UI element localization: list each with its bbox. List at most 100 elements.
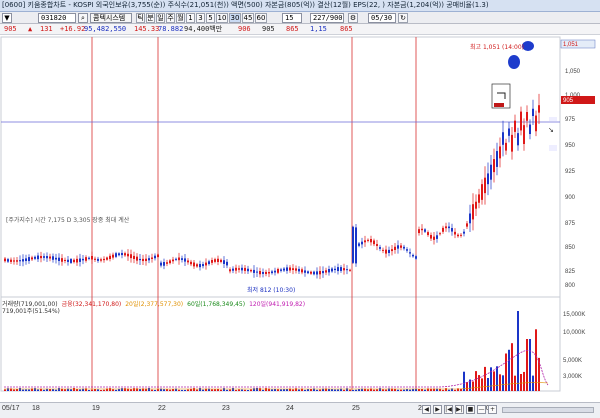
volume-bar-87 [265, 388, 267, 391]
volume-bar-43 [133, 388, 135, 391]
candle-body-25 [79, 258, 81, 262]
volume-bar-114 [346, 388, 348, 391]
period-button-8[interactable]: 10 [216, 13, 228, 23]
scroll-nav-button-6[interactable]: + [488, 405, 497, 414]
candle-body-68 [208, 261, 210, 265]
scroll-nav-button-0[interactable]: ◀ [422, 405, 431, 414]
volume-bar-159 [481, 378, 483, 391]
candle-body-84 [256, 271, 258, 273]
scroll-nav-button-3[interactable]: ▶| [455, 405, 464, 414]
period-button-5[interactable]: 1 [186, 13, 195, 23]
info-cell-8: 906 [238, 25, 251, 33]
candle-body-174 [526, 112, 528, 121]
volume-bar-29 [91, 389, 93, 391]
right-marker-arrow: ↘ [548, 127, 554, 134]
volume-bar-157 [475, 371, 477, 391]
candle-body-177 [535, 115, 537, 132]
volume-axis-tick-0: 15,000K [563, 312, 585, 318]
scroll-nav-button-2[interactable]: |◀ [444, 405, 453, 414]
volume-bar-117 [355, 389, 357, 391]
period-button-0[interactable]: 틱 [136, 13, 145, 23]
candle-body-10 [34, 256, 36, 259]
settings-icon[interactable]: ⚙ [348, 13, 358, 23]
volume-bar-89 [271, 389, 273, 391]
volume-bar-115 [349, 389, 351, 391]
period-button-1[interactable]: 분 [146, 13, 155, 23]
candle-body-22 [70, 259, 72, 263]
right-marker-box-1 [549, 117, 557, 121]
volume-bar-140 [424, 389, 426, 391]
info-cell-5: 145.33 [134, 25, 160, 33]
candle-body-19 [61, 258, 63, 262]
candle-body-9 [31, 257, 33, 260]
stock-code-input[interactable]: 031820 [38, 13, 76, 23]
candle-body-5 [19, 260, 21, 262]
volume-bar-173 [523, 371, 525, 391]
count-input[interactable]: 227/900 [310, 13, 344, 23]
volume-bar-6 [22, 389, 24, 391]
scroll-nav-button-1[interactable]: ▶ [433, 405, 442, 414]
candle-body-32 [100, 259, 102, 261]
right-marker-box-2 [549, 145, 557, 151]
volume-bar-110 [334, 389, 336, 391]
interval-input[interactable]: 15 [282, 13, 302, 23]
candle-body-21 [67, 259, 69, 262]
candle-body-44 [136, 256, 138, 261]
stock-search-icon[interactable]: ▼ [2, 13, 12, 23]
candle-body-57 [175, 258, 177, 260]
volume-legend-ratio: 719,001주(51.54%) [2, 308, 60, 315]
volume-bar-97 [295, 388, 297, 391]
volume-bar-42 [130, 389, 132, 391]
candle-body-109 [331, 268, 333, 272]
period-button-7[interactable]: 5 [206, 13, 215, 23]
candle-body-172 [520, 111, 522, 131]
volume-bar-84 [256, 388, 258, 391]
volume-bar-177 [535, 329, 537, 391]
candle-body-4 [16, 260, 18, 262]
volume-bar-160 [484, 366, 486, 391]
scroll-nav-button-4[interactable]: ■ [466, 405, 475, 414]
volume-bar-164 [496, 366, 498, 391]
volume-bar-83 [253, 388, 255, 391]
candle-body-166 [502, 132, 504, 145]
candle-body-108 [328, 268, 330, 273]
period-button-2[interactable]: 일 [156, 13, 165, 23]
chart-toolbar: ▼ 031820 ⌕ 콤텍시스템 틱 분 일 주 월 1 3 5 10 30 45 60 15 227… [0, 12, 600, 24]
refresh-icon[interactable]: ↻ [398, 13, 408, 23]
volume-bar-165 [499, 374, 501, 391]
volume-bar-86 [262, 389, 264, 391]
candle-body-11 [37, 255, 39, 260]
candle-body-149 [451, 228, 453, 232]
candle-body-8 [28, 257, 30, 262]
info-cell-10: 865 [286, 25, 299, 33]
candle-body-33 [103, 258, 105, 261]
period-button-4[interactable]: 월 [176, 13, 185, 23]
date-input[interactable]: 05/30 [368, 13, 396, 23]
candle-body-157 [475, 201, 477, 209]
volume-bar-163 [493, 371, 495, 391]
volume-bar-85 [259, 388, 261, 391]
period-button-10[interactable]: 45 [242, 13, 254, 23]
candle-body-105 [319, 270, 321, 275]
candle-body-66 [202, 264, 204, 267]
x-tick-label-1: 18 [32, 405, 40, 412]
candle-body-115 [349, 269, 351, 271]
period-button-6[interactable]: 3 [196, 13, 205, 23]
volume-bar-172 [520, 374, 522, 391]
period-button-3[interactable]: 주 [166, 13, 175, 23]
search-icon[interactable]: ⌕ [78, 13, 88, 23]
volume-legend-item-3: 60일(1,768,349,45) [187, 301, 246, 308]
info-cell-0: 905 [4, 25, 17, 33]
candle-body-117 [355, 227, 357, 264]
scroll-nav-button-5[interactable]: — [477, 405, 486, 414]
volume-bar-125 [379, 388, 381, 391]
candle-body-129 [391, 249, 393, 252]
candle-body-173 [523, 125, 525, 144]
period-button-11[interactable]: 60 [255, 13, 267, 23]
info-cell-6: 78.882 [158, 25, 184, 33]
horizontal-scrollbar[interactable] [502, 407, 594, 413]
period-button-9[interactable]: 30 [229, 13, 241, 23]
time-axis-bar: 05/171819222324252630◀▶|◀▶|■—+ [0, 402, 600, 418]
price-tag-high: 1,051 [563, 42, 579, 48]
candle-body-43 [133, 255, 135, 260]
